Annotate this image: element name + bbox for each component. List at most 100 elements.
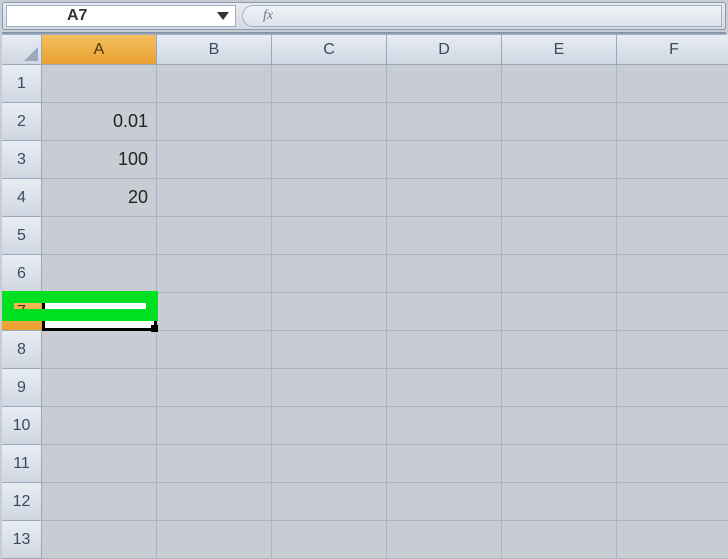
row-header-3[interactable]: 3 xyxy=(2,141,42,179)
cell-F11[interactable] xyxy=(617,445,728,483)
row-header-6[interactable]: 6 xyxy=(2,255,42,293)
cell-A7[interactable] xyxy=(42,293,157,331)
cell-F13[interactable] xyxy=(617,521,728,559)
cell-A5[interactable] xyxy=(42,217,157,255)
cell-A9[interactable] xyxy=(42,369,157,407)
cell-C8[interactable] xyxy=(272,331,387,369)
cell-F8[interactable] xyxy=(617,331,728,369)
cell-C6[interactable] xyxy=(272,255,387,293)
cell-E5[interactable] xyxy=(502,217,617,255)
formula-input[interactable] xyxy=(281,7,711,25)
cell-B6[interactable] xyxy=(157,255,272,293)
cell-C2[interactable] xyxy=(272,103,387,141)
column-header-B[interactable]: B xyxy=(157,35,272,65)
cell-E4[interactable] xyxy=(502,179,617,217)
cell-C11[interactable] xyxy=(272,445,387,483)
column-header-C[interactable]: C xyxy=(272,35,387,65)
row-header-9[interactable]: 9 xyxy=(2,369,42,407)
cell-A1[interactable] xyxy=(42,65,157,103)
cell-E9[interactable] xyxy=(502,369,617,407)
cell-B1[interactable] xyxy=(157,65,272,103)
cell-A2[interactable]: 0.01 xyxy=(42,103,157,141)
cell-A13[interactable] xyxy=(42,521,157,559)
cell-C1[interactable] xyxy=(272,65,387,103)
cell-F12[interactable] xyxy=(617,483,728,521)
cell-F5[interactable] xyxy=(617,217,728,255)
cell-D9[interactable] xyxy=(387,369,502,407)
cell-E3[interactable] xyxy=(502,141,617,179)
cell-F4[interactable] xyxy=(617,179,728,217)
column-header-F[interactable]: F xyxy=(617,35,728,65)
cell-D1[interactable] xyxy=(387,65,502,103)
cell-F9[interactable] xyxy=(617,369,728,407)
row-header-2[interactable]: 2 xyxy=(2,103,42,141)
cell-E10[interactable] xyxy=(502,407,617,445)
cell-B13[interactable] xyxy=(157,521,272,559)
name-box[interactable]: A7 xyxy=(6,5,236,27)
cell-E12[interactable] xyxy=(502,483,617,521)
cell-D6[interactable] xyxy=(387,255,502,293)
cell-A6[interactable] xyxy=(42,255,157,293)
cell-A4[interactable]: 20 xyxy=(42,179,157,217)
cell-C5[interactable] xyxy=(272,217,387,255)
select-all-corner[interactable] xyxy=(2,35,42,65)
cell-B11[interactable] xyxy=(157,445,272,483)
row-header-4[interactable]: 4 xyxy=(2,179,42,217)
cell-D11[interactable] xyxy=(387,445,502,483)
cell-C9[interactable] xyxy=(272,369,387,407)
row-header-12[interactable]: 12 xyxy=(2,483,42,521)
column-header-A[interactable]: A xyxy=(42,35,157,65)
cell-A12[interactable] xyxy=(42,483,157,521)
cell-F1[interactable] xyxy=(617,65,728,103)
column-header-E[interactable]: E xyxy=(502,35,617,65)
spreadsheet-grid[interactable]: ABCDEF120.0131004205678910111213 xyxy=(2,35,726,559)
cell-C10[interactable] xyxy=(272,407,387,445)
cell-D2[interactable] xyxy=(387,103,502,141)
cell-C13[interactable] xyxy=(272,521,387,559)
row-header-5[interactable]: 5 xyxy=(2,217,42,255)
cell-D3[interactable] xyxy=(387,141,502,179)
row-header-11[interactable]: 11 xyxy=(2,445,42,483)
cell-E8[interactable] xyxy=(502,331,617,369)
cell-F10[interactable] xyxy=(617,407,728,445)
row-header-7[interactable]: 7 xyxy=(2,293,42,331)
cell-B3[interactable] xyxy=(157,141,272,179)
cell-E13[interactable] xyxy=(502,521,617,559)
cell-B9[interactable] xyxy=(157,369,272,407)
cell-A8[interactable] xyxy=(42,331,157,369)
cell-C4[interactable] xyxy=(272,179,387,217)
cell-B2[interactable] xyxy=(157,103,272,141)
cell-F2[interactable] xyxy=(617,103,728,141)
cell-E7[interactable] xyxy=(502,293,617,331)
row-header-8[interactable]: 8 xyxy=(2,331,42,369)
row-header-1[interactable]: 1 xyxy=(2,65,42,103)
column-header-D[interactable]: D xyxy=(387,35,502,65)
cell-E2[interactable] xyxy=(502,103,617,141)
fx-icon[interactable]: fx xyxy=(263,8,273,24)
row-header-13[interactable]: 13 xyxy=(2,521,42,559)
cell-D7[interactable] xyxy=(387,293,502,331)
cell-B10[interactable] xyxy=(157,407,272,445)
cell-D13[interactable] xyxy=(387,521,502,559)
cell-C3[interactable] xyxy=(272,141,387,179)
cell-E11[interactable] xyxy=(502,445,617,483)
cell-D8[interactable] xyxy=(387,331,502,369)
cell-B8[interactable] xyxy=(157,331,272,369)
row-header-10[interactable]: 10 xyxy=(2,407,42,445)
cell-D12[interactable] xyxy=(387,483,502,521)
cell-E6[interactable] xyxy=(502,255,617,293)
cell-D5[interactable] xyxy=(387,217,502,255)
cell-B12[interactable] xyxy=(157,483,272,521)
cell-D10[interactable] xyxy=(387,407,502,445)
cell-A11[interactable] xyxy=(42,445,157,483)
name-box-dropdown-icon[interactable] xyxy=(217,12,229,20)
cell-A10[interactable] xyxy=(42,407,157,445)
cell-C7[interactable] xyxy=(272,293,387,331)
cell-B7[interactable] xyxy=(157,293,272,331)
cell-F6[interactable] xyxy=(617,255,728,293)
cell-E1[interactable] xyxy=(502,65,617,103)
cell-B4[interactable] xyxy=(157,179,272,217)
cell-A3[interactable]: 100 xyxy=(42,141,157,179)
cell-D4[interactable] xyxy=(387,179,502,217)
cell-B5[interactable] xyxy=(157,217,272,255)
